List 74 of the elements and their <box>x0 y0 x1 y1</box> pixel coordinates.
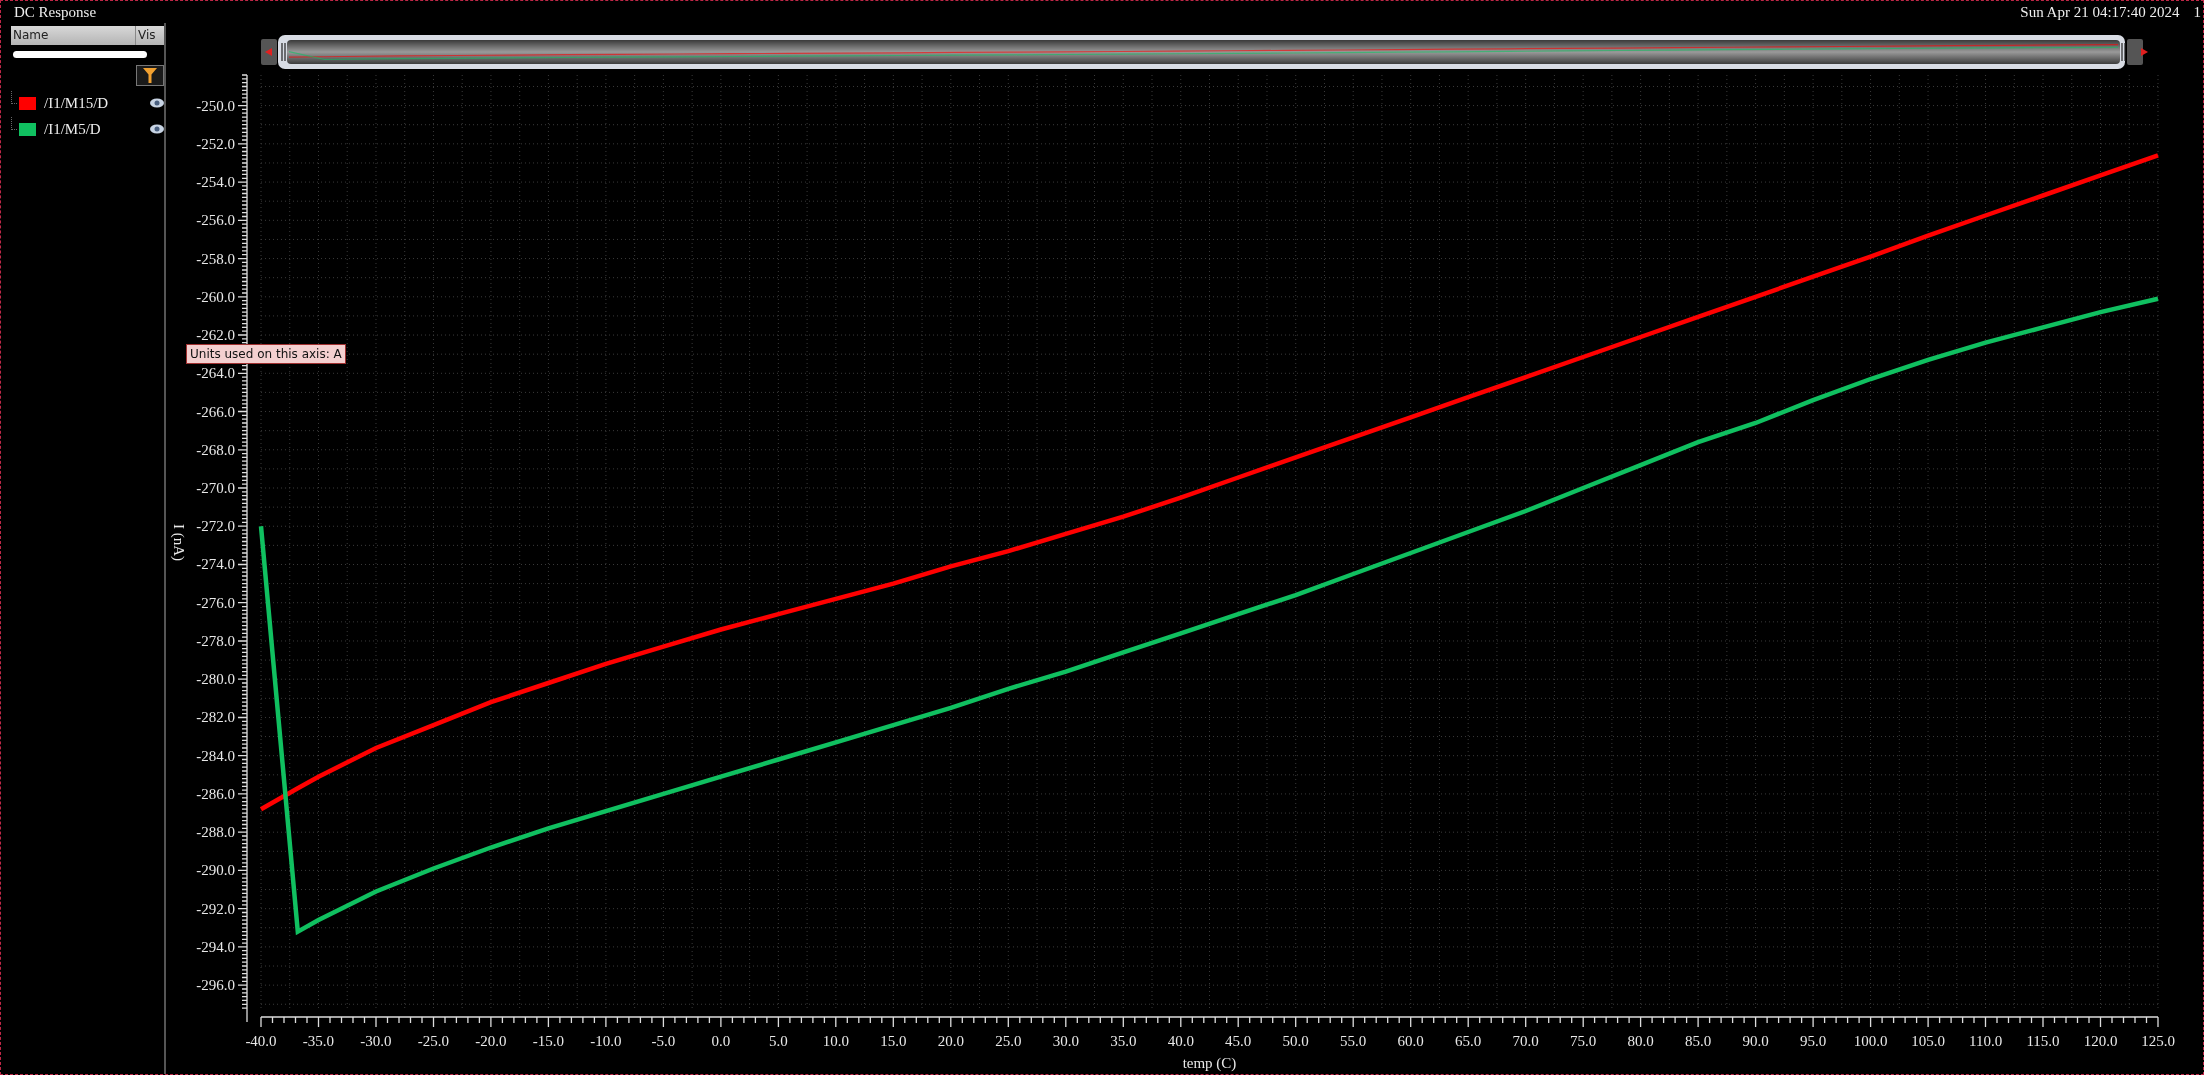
name-column-header[interactable]: Name <box>11 26 136 45</box>
y-tick-label: -258.0 <box>196 250 235 267</box>
y-tick-label: -292.0 <box>196 900 235 917</box>
trace-name[interactable]: /I1/M15/D <box>44 94 150 112</box>
window-title: DC Response <box>14 3 97 21</box>
x-tick-label: 55.0 <box>1340 1033 1367 1049</box>
y-tick-label: -254.0 <box>196 174 235 191</box>
y-tick-label: -264.0 <box>196 365 235 382</box>
x-tick-label: 0.0 <box>711 1033 731 1049</box>
y-tick-label: -290.0 <box>196 862 235 879</box>
eye-icon[interactable] <box>150 124 164 134</box>
x-tick-label: 95.0 <box>1799 1033 1827 1049</box>
x-tick-label: 110.0 <box>1968 1033 2003 1049</box>
x-tick-label: 80.0 <box>1627 1033 1654 1049</box>
x-axis-title: temp (C) <box>1182 1055 1237 1071</box>
x-tick-label: 125.0 <box>2141 1033 2175 1049</box>
y-tick-label: -284.0 <box>196 747 235 764</box>
x-tick-label: -30.0 <box>360 1033 392 1049</box>
x-tick-label: 35.0 <box>1110 1033 1137 1049</box>
y-tick-label: -282.0 <box>196 709 235 726</box>
funnel-icon <box>143 68 157 83</box>
x-tick-label: 75.0 <box>1570 1033 1597 1049</box>
y-tick-label: -268.0 <box>196 441 235 458</box>
visibility-column-header[interactable]: Vis <box>136 26 164 45</box>
x-tick-label: 20.0 <box>937 1033 964 1049</box>
x-tick-label: 15.0 <box>880 1033 907 1049</box>
tooltip: Units used on this axis: A <box>186 344 346 364</box>
eye-icon[interactable] <box>150 98 164 108</box>
x-tick-label: 30.0 <box>1052 1033 1079 1049</box>
x-tick-label: -5.0 <box>651 1033 676 1049</box>
x-tick-label: 120.0 <box>2083 1033 2118 1049</box>
x-tick-label: 100.0 <box>1853 1033 1888 1049</box>
overview-slider[interactable] <box>261 35 2148 69</box>
x-tick-label: 60.0 <box>1397 1033 1424 1049</box>
y-tick-label: -272.0 <box>196 518 235 535</box>
trace-name[interactable]: /I1/M5/D <box>44 120 150 138</box>
x-tick-label: -15.0 <box>532 1033 565 1049</box>
x-tick-label: 105.0 <box>1911 1033 1945 1049</box>
x-tick-label: -25.0 <box>417 1033 450 1049</box>
y-tick-label: -252.0 <box>196 135 235 152</box>
x-tick-label: 90.0 <box>1742 1033 1769 1049</box>
y-tick-label: -280.0 <box>196 671 235 688</box>
x-tick-label: 70.0 <box>1512 1033 1539 1049</box>
y-tick-label: -262.0 <box>196 327 235 344</box>
y-tick-label: -296.0 <box>196 977 235 994</box>
x-tick-label: 50.0 <box>1282 1033 1309 1049</box>
y-tick-label: -260.0 <box>196 288 235 305</box>
x-tick-label: 65.0 <box>1455 1033 1482 1049</box>
x-tick-label: 85.0 <box>1685 1033 1712 1049</box>
corner-text: 1 <box>2193 3 2201 21</box>
y-tick-label: -266.0 <box>196 403 235 420</box>
x-tick-label: -10.0 <box>590 1033 622 1049</box>
x-tick-label: 115.0 <box>2026 1033 2060 1049</box>
x-tick-label: 5.0 <box>769 1033 788 1049</box>
timestamp: Sun Apr 21 04:17:40 2024 <box>2020 3 2180 21</box>
y-tick-label: -250.0 <box>196 97 235 114</box>
x-tick-label: 25.0 <box>995 1033 1022 1049</box>
y-tick-label: -288.0 <box>196 824 235 841</box>
y-tick-label: -278.0 <box>196 632 235 649</box>
scroll-bar[interactable] <box>13 51 147 58</box>
y-tick-label: -294.0 <box>196 938 235 955</box>
y-tick-label: -256.0 <box>196 212 235 229</box>
x-tick-label: 45.0 <box>1225 1033 1252 1049</box>
x-tick-label: 40.0 <box>1167 1033 1194 1049</box>
x-tick-label: -40.0 <box>245 1033 277 1049</box>
y-tick-label: -276.0 <box>196 594 235 611</box>
x-tick-label: 10.0 <box>822 1033 849 1049</box>
y-tick-label: -286.0 <box>196 785 235 802</box>
y-tick-label: -274.0 <box>196 556 235 573</box>
y-axis-title: I (nA) <box>171 523 187 562</box>
x-tick-label: -35.0 <box>302 1033 335 1049</box>
y-tick-label: -270.0 <box>196 480 235 496</box>
x-tick-label: -20.0 <box>475 1033 507 1049</box>
filter-button[interactable] <box>136 65 164 86</box>
